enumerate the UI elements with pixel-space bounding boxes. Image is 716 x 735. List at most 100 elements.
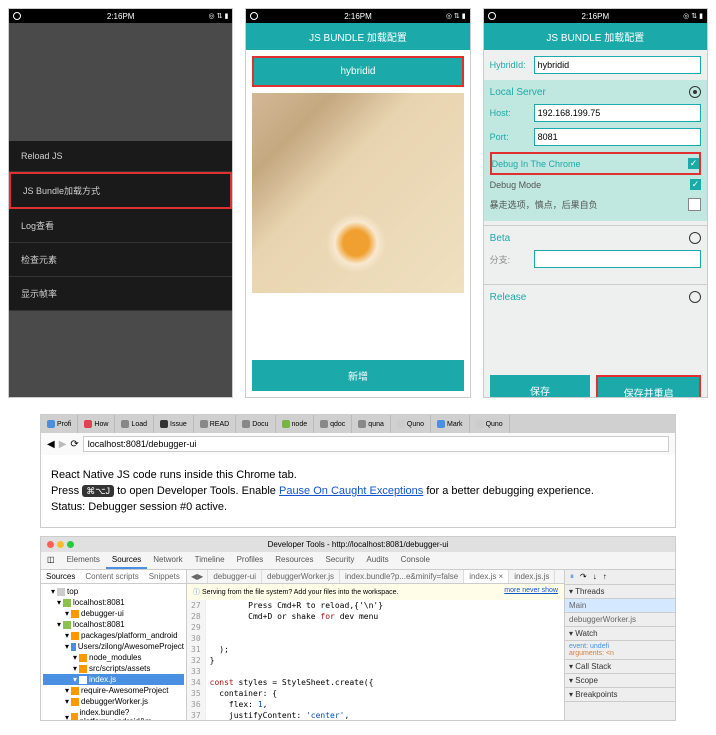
tree-item[interactable]: ▾localhost:8081 [43,619,184,630]
tree-item[interactable]: ▾index.bundle?platform=android&m... [43,707,184,720]
file-tree: ▾top▾localhost:8081▾debugger-ui▾localhos… [41,584,186,720]
tab-security[interactable]: Security [320,552,361,569]
release-title: Release [490,292,527,303]
tree-item[interactable]: ▾packages/platform_android [43,630,184,641]
menu-fps[interactable]: 显示帧率 [9,277,232,311]
menu-bundle-load[interactable]: JS Bundle加载方式 [9,172,232,209]
side-tab-sources[interactable]: Sources [41,570,80,583]
port-input[interactable] [534,128,701,146]
tab[interactable]: quna [352,415,391,433]
forward-icon[interactable]: ▶ [59,439,67,450]
status-bar: 2:16PM ◎⇅▮ [246,9,469,23]
tab[interactable]: Quno [470,415,510,433]
hybridid-button[interactable]: hybridid [252,56,463,87]
tab[interactable]: qdoc [314,415,352,433]
tab-profiles[interactable]: Profiles [231,552,270,569]
debug-chrome-checkbox[interactable]: ✓ [688,158,699,169]
line-gutter: 272829303132333435363738394041 [187,600,206,720]
side-tab-snippets[interactable]: Snippets [144,570,185,583]
file-tab[interactable]: index.js.js [509,570,555,583]
tree-item[interactable]: ▾src/scripts/assets [43,663,184,674]
tab[interactable]: Load [115,415,154,433]
menu-reload-js[interactable]: Reload JS [9,141,232,172]
reload-icon[interactable]: ⟳ [70,439,78,450]
file-tab[interactable]: index.js × [464,570,509,583]
beta-radio[interactable] [689,232,701,244]
local-server-radio[interactable] [689,86,701,98]
tab-network[interactable]: Network [147,552,188,569]
devtools-tabs: ◫ Elements Sources Network Timeline Prof… [41,552,675,570]
save-restart-button[interactable]: 保存并重启 [596,375,701,398]
beta-title: Beta [490,233,511,244]
file-tab[interactable]: debugger-ui [208,570,262,583]
tab-console[interactable]: Console [395,552,436,569]
tree-item[interactable]: ▾debugger-ui [43,608,184,619]
tab[interactable]: Profi [41,415,78,433]
pause-icon[interactable]: ⏸ [567,572,577,582]
step-out-icon[interactable]: ↑ [600,572,610,582]
tab[interactable]: Docu [236,415,275,433]
tree-item[interactable]: ▾debuggerWorker.js [43,696,184,707]
status-time: 2:16PM [582,12,610,21]
page-content: React Native JS code runs inside this Ch… [41,455,675,527]
chrome-browser: Profi How Load Issue READ Docu node qdoc… [40,414,676,528]
tab[interactable]: Mark [431,415,470,433]
tab[interactable]: Quno [391,415,431,433]
page-title: JS BUNDLE 加载配置 [246,23,469,50]
crash-checkbox[interactable] [688,198,701,211]
debug-sidebar: ⏸ ↷ ↓ ↑ ▾ Threads Main debuggerWorker.js… [564,570,675,720]
tab-audits[interactable]: Audits [360,552,394,569]
chrome-devtools: Developer Tools - http://localhost:8081/… [40,536,676,721]
file-tab[interactable]: debuggerWorker.js [262,570,340,583]
status-time: 2:16PM [107,12,135,21]
tree-item[interactable]: ▾index.js [43,674,184,685]
hybridid-label: HybridId: [490,60,534,70]
tab-timeline[interactable]: Timeline [189,552,231,569]
banner-link[interactable]: more never show [504,587,558,597]
source-code[interactable]: Press Cmd+R to reload,{'\n'} Cmd+D or sh… [206,600,387,720]
hybridid-input[interactable] [534,56,701,74]
tab[interactable]: Issue [154,415,194,433]
step-in-icon[interactable]: ↓ [590,572,600,582]
zoom-icon[interactable] [67,541,74,548]
tab[interactable]: How [78,415,115,433]
save-button[interactable]: 保存 [490,375,591,398]
minimize-icon[interactable] [57,541,64,548]
info-line-1: React Native JS code runs inside this Ch… [51,469,665,481]
phone-1-dev-menu: 2:16PM ◎⇅▮ Reload JS JS Bundle加载方式 Log查看… [8,8,233,398]
status-time: 2:16PM [344,12,372,21]
tree-item[interactable]: ▾require-AwesomeProject [43,685,184,696]
menu-log[interactable]: Log查看 [9,209,232,243]
host-label: Host: [490,108,534,118]
tab-sources[interactable]: Sources [106,552,147,569]
back-icon[interactable]: ◀ [47,439,55,450]
tab-elements[interactable]: Elements [61,552,106,569]
tab[interactable]: READ [194,415,236,433]
tab-resources[interactable]: Resources [269,552,319,569]
debug-chrome-label: Debug In The Chrome [492,159,581,169]
close-icon[interactable] [47,541,54,548]
tab[interactable]: node [276,415,315,433]
page-title: JS BUNDLE 加载配置 [484,23,707,50]
branch-input[interactable] [534,250,701,268]
tree-item[interactable]: ▾Users/zilong/AwesomeProject [43,641,184,652]
file-tab[interactable]: index.bundle?p...e&minify=false [340,570,464,583]
tree-item[interactable]: ▾top [43,586,184,597]
debug-mode-checkbox[interactable]: ✓ [690,179,701,190]
add-button[interactable]: 新增 [252,360,463,391]
status-bar: 2:16PM ◎⇅▮ [484,9,707,23]
debug-mode-label: Debug Mode [490,180,542,190]
menu-inspect[interactable]: 检查元素 [9,243,232,277]
tree-item[interactable]: ▾localhost:8081 [43,597,184,608]
local-server-title: Local Server [490,87,546,98]
release-radio[interactable] [689,291,701,303]
pause-exceptions-link[interactable]: Pause On Caught Exceptions [279,485,423,497]
tree-item[interactable]: ▾node_modules [43,652,184,663]
url-input[interactable] [83,436,669,452]
branch-label: 分支: [490,253,534,266]
host-input[interactable] [534,104,701,122]
side-tab-content[interactable]: Content scripts [80,570,143,583]
devtools-titlebar: Developer Tools - http://localhost:8081/… [41,537,675,552]
step-over-icon[interactable]: ↷ [577,572,590,582]
browser-tabs: Profi How Load Issue READ Docu node qdoc… [41,415,675,433]
